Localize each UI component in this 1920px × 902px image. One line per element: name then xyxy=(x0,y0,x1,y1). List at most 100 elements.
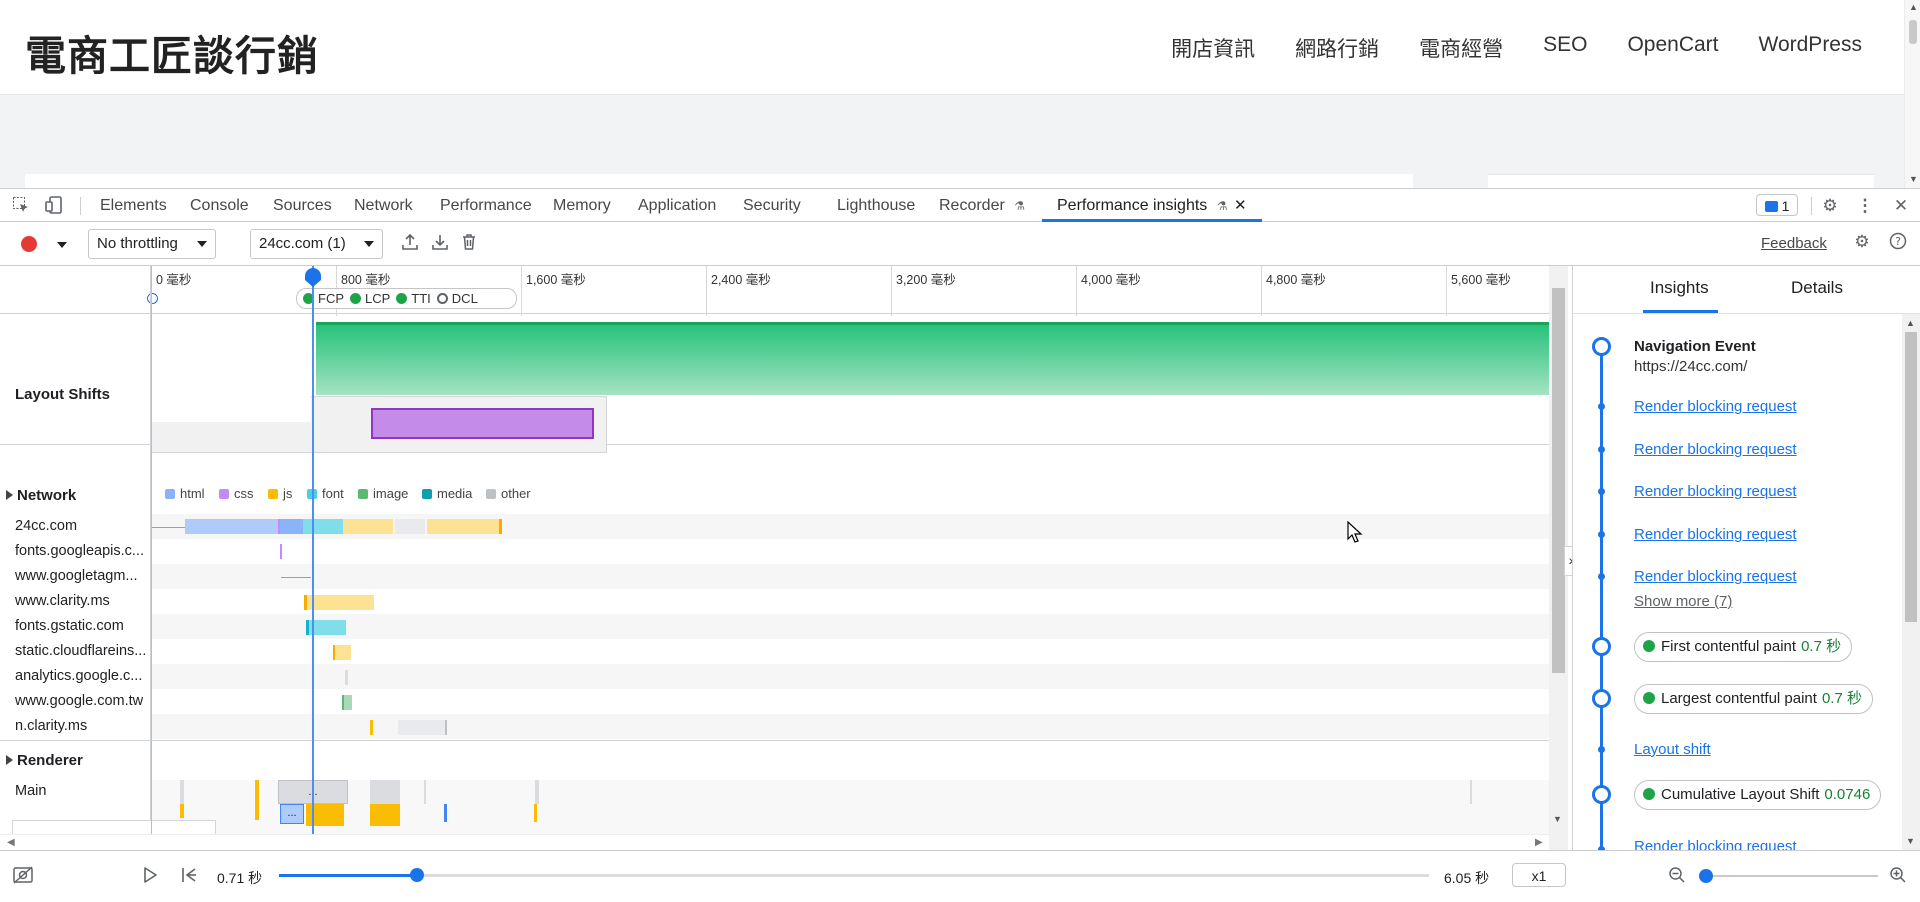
playback-slider-track[interactable] xyxy=(279,868,1429,882)
renderer-section-header[interactable]: Renderer xyxy=(6,752,83,769)
render-blocking-link[interactable]: Render blocking request xyxy=(1634,568,1797,585)
render-blocking-link[interactable]: Render blocking request xyxy=(1634,441,1797,458)
jump-to-start-icon[interactable] xyxy=(180,866,198,884)
request-bar-js[interactable] xyxy=(427,519,502,534)
script-block[interactable] xyxy=(255,780,259,820)
playback-speed-button[interactable]: x1 xyxy=(1512,863,1566,887)
site-nav-item[interactable]: 電商經營 xyxy=(1419,33,1503,63)
tab-lighthouse[interactable]: Lighthouse xyxy=(837,189,915,222)
close-tab-icon[interactable]: ✕ xyxy=(1234,197,1247,214)
request-bar-css[interactable] xyxy=(280,544,282,559)
render-blocking-link[interactable]: Render blocking request xyxy=(1634,483,1797,500)
zoom-out-icon[interactable] xyxy=(1668,866,1686,884)
network-host-label[interactable]: n.clarity.ms xyxy=(15,718,151,734)
network-row[interactable] xyxy=(151,539,1549,564)
tab-details[interactable]: Details xyxy=(1791,278,1843,298)
tab-console[interactable]: Console xyxy=(190,189,249,222)
screenshots-toggle-icon[interactable] xyxy=(12,865,34,885)
scroll-down-icon[interactable]: ▼ xyxy=(1906,836,1915,846)
site-nav-item[interactable]: WordPress xyxy=(1759,33,1862,63)
request-bar-js[interactable] xyxy=(370,720,373,735)
issues-badge[interactable]: 1 xyxy=(1756,194,1798,216)
more-options-icon[interactable]: ⋮ xyxy=(1855,196,1875,216)
tab-recorder[interactable]: Recorder ⚗ xyxy=(939,189,1025,222)
horizontal-scrollbar[interactable] xyxy=(0,834,1549,850)
upload-icon[interactable] xyxy=(400,233,420,253)
delete-recording-icon[interactable] xyxy=(459,233,479,253)
render-blocking-link[interactable]: Render blocking request xyxy=(1634,526,1797,543)
scroll-up-icon[interactable]: ▲ xyxy=(1909,2,1918,12)
network-host-label[interactable]: static.cloudflareins... xyxy=(15,643,151,659)
scroll-up-icon[interactable]: ▲ xyxy=(1906,318,1915,328)
layout-shift-event[interactable] xyxy=(371,408,594,439)
settings-gear-icon[interactable]: ⚙ xyxy=(1852,232,1872,252)
tab-network[interactable]: Network xyxy=(354,189,413,222)
record-button[interactable] xyxy=(21,236,37,252)
network-row[interactable] xyxy=(151,714,1549,739)
scrollbar-thumb[interactable] xyxy=(1909,20,1917,44)
site-nav-item[interactable]: OpenCart xyxy=(1627,33,1718,63)
site-scrollbar[interactable]: ▲ ▼ xyxy=(1904,0,1920,188)
script-block[interactable] xyxy=(370,804,400,826)
request-bar-js[interactable] xyxy=(343,519,393,534)
request-bar-html[interactable] xyxy=(185,519,278,534)
network-host-label[interactable]: 24cc.com xyxy=(15,518,151,534)
zoom-slider-track[interactable] xyxy=(1698,869,1878,883)
tab-memory[interactable]: Memory xyxy=(553,189,611,222)
scroll-down-icon[interactable]: ▼ xyxy=(1553,814,1562,824)
network-host-label[interactable]: fonts.googleapis.c... xyxy=(15,543,151,559)
tab-performance-insights[interactable]: Performance insights ⚗ ✕ xyxy=(1042,189,1262,222)
tab-performance[interactable]: Performance xyxy=(440,189,532,222)
scroll-left-icon[interactable]: ◀ xyxy=(7,837,15,848)
throttling-select[interactable]: No throttling xyxy=(88,229,216,259)
network-host-label[interactable]: analytics.google.c... xyxy=(15,668,151,684)
request-bar-image[interactable] xyxy=(342,695,352,710)
request-bar-other[interactable] xyxy=(398,720,447,735)
tab-insights[interactable]: Insights xyxy=(1650,278,1709,298)
show-more-link[interactable]: Show more (7) xyxy=(1634,593,1732,610)
close-devtools-icon[interactable]: ✕ xyxy=(1891,196,1911,216)
task-block[interactable] xyxy=(370,780,400,804)
render-blocking-link[interactable]: Render blocking request xyxy=(1634,838,1797,850)
device-toolbar-icon[interactable] xyxy=(44,196,64,216)
zoom-slider-knob[interactable] xyxy=(1698,869,1713,883)
network-row[interactable] xyxy=(151,689,1549,714)
tab-application[interactable]: Application xyxy=(638,189,716,222)
network-section-header[interactable]: Network xyxy=(6,487,76,504)
network-row[interactable] xyxy=(151,639,1549,664)
tab-elements[interactable]: Elements xyxy=(100,189,167,222)
play-icon[interactable] xyxy=(142,866,158,884)
request-bar-js[interactable] xyxy=(333,645,351,660)
fcp-insight-pill[interactable]: First contentful paint 0.7 秒 xyxy=(1634,632,1853,662)
network-host-label[interactable]: www.clarity.ms xyxy=(15,593,151,609)
record-dropdown-icon[interactable] xyxy=(57,242,67,248)
script-block[interactable] xyxy=(534,804,537,822)
network-host-label[interactable]: fonts.gstatic.com xyxy=(15,618,151,634)
site-logo[interactable]: 電商工匠談行銷 xyxy=(25,22,319,82)
cls-insight-pill[interactable]: Cumulative Layout Shift 0.0746 xyxy=(1634,780,1882,810)
task-block[interactable] xyxy=(180,780,184,804)
layout-shift-cluster[interactable] xyxy=(316,322,1549,395)
settings-gear-icon[interactable]: ⚙ xyxy=(1820,196,1840,216)
request-bar-other[interactable] xyxy=(345,670,348,685)
network-row[interactable] xyxy=(151,564,1549,589)
playhead-handle[interactable] xyxy=(305,268,321,280)
render-blocking-link[interactable]: Render blocking request xyxy=(1634,398,1797,415)
site-nav-item[interactable]: 網路行銷 xyxy=(1295,33,1379,63)
vertical-scroll-thumb[interactable] xyxy=(1552,288,1565,673)
download-icon[interactable] xyxy=(430,233,450,253)
help-icon[interactable]: ? xyxy=(1888,232,1908,252)
playhead-line[interactable] xyxy=(312,266,314,850)
network-host-label[interactable]: www.googletagm... xyxy=(15,568,151,584)
request-bar-other[interactable] xyxy=(395,519,425,534)
scroll-down-icon[interactable]: ▼ xyxy=(1909,174,1918,184)
scroll-right-icon[interactable]: ▶ xyxy=(1535,837,1543,848)
zoom-in-icon[interactable] xyxy=(1889,866,1907,884)
layout-block[interactable] xyxy=(444,804,447,822)
playback-slider-knob[interactable] xyxy=(410,868,424,882)
task-block[interactable] xyxy=(1470,780,1472,804)
feedback-link[interactable]: Feedback xyxy=(1761,235,1827,252)
inspect-element-icon[interactable] xyxy=(11,196,31,216)
recording-select[interactable]: 24cc.com (1) xyxy=(250,229,383,259)
request-bar-js[interactable] xyxy=(304,595,374,610)
